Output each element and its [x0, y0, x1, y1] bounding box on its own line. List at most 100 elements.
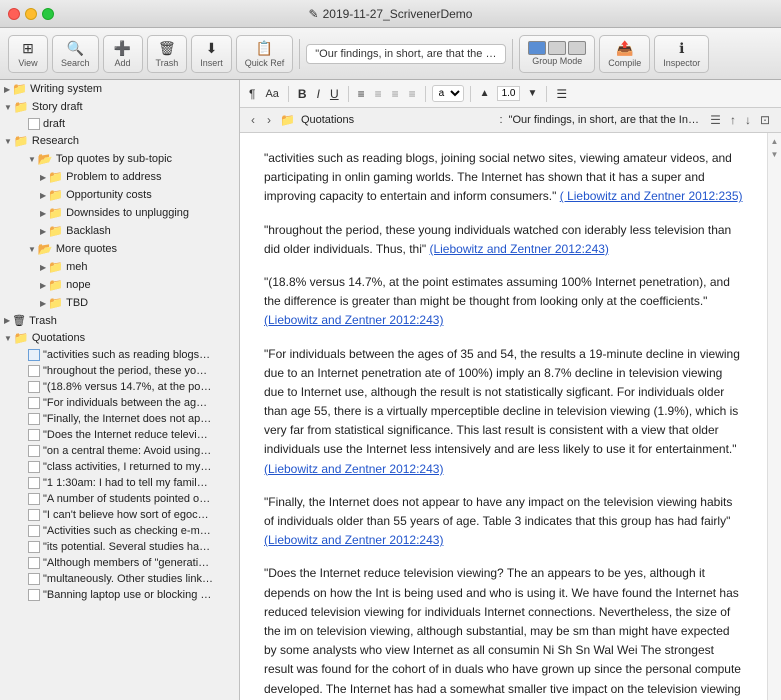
collapse-icon: ▼: [4, 334, 12, 343]
scroll-up-btn[interactable]: ▲: [771, 137, 779, 146]
sidebar-item-q8[interactable]: "class activities, I returned to my cour…: [0, 459, 239, 475]
subfolder-icon: 📁: [48, 278, 63, 292]
format-toolbar: ¶ Aa B I U ≡ ≡ ≡ ≡ a ▲ 1.0 ▼ ☰: [240, 80, 781, 108]
sidebar-item-story-draft[interactable]: ▼ 📁 Story draft: [0, 98, 239, 116]
paragraph-6: "Does the Internet reduce television vie…: [264, 564, 743, 700]
editor-body[interactable]: "activities such as reading blogs, joini…: [240, 133, 767, 700]
sort-up-btn[interactable]: ↑: [727, 112, 739, 128]
sidebar-item-nope[interactable]: ▶ 📁 nope: [0, 276, 239, 294]
add-button[interactable]: ➕ Add: [103, 35, 143, 73]
sidebar-item-q4[interactable]: "For individuals between the ages of 35 …: [0, 395, 239, 411]
align-justify-btn[interactable]: ≡: [406, 86, 419, 102]
doc-icon: [28, 477, 40, 489]
close-button[interactable]: [8, 8, 20, 20]
italic-btn[interactable]: I: [314, 86, 323, 102]
sidebar-item-backlash[interactable]: ▶ 📁 Backlash: [0, 222, 239, 240]
quickref-icon: 📋: [256, 40, 273, 57]
sidebar-item-q1[interactable]: "activities such as reading blogs, joini…: [0, 347, 239, 363]
sidebar-item-opportunity-costs[interactable]: ▶ 📁 Opportunity costs: [0, 186, 239, 204]
sidebar-item-research[interactable]: ▼ 📁 Research: [0, 132, 239, 150]
scroll-down-btn[interactable]: ▼: [771, 150, 779, 159]
quick-search-input[interactable]: [306, 44, 506, 64]
doc-icon: [28, 413, 40, 425]
sidebar-item-q6[interactable]: "Does the Internet reduce television vie…: [0, 427, 239, 443]
sidebar-item-q2[interactable]: "hroughout the period, these young indiv…: [0, 363, 239, 379]
sidebar-item-draft[interactable]: draft: [0, 116, 239, 132]
sidebar-item-trash[interactable]: ▶ 🗑 Trash: [0, 312, 239, 329]
align-right-btn[interactable]: ≡: [389, 86, 402, 102]
sidebar-item-writing-system[interactable]: ▶ 📁 Writing system: [0, 80, 239, 98]
sidebar-item-q3[interactable]: "(18.8% versus 14.7%, at the point estim…: [0, 379, 239, 395]
sidebar-item-q14[interactable]: "Although members of "generation M" thin…: [0, 555, 239, 571]
sort-down-btn[interactable]: ↓: [742, 112, 754, 128]
font-size-down-btn[interactable]: ▼: [524, 87, 540, 100]
collapse-icon: ▶: [40, 281, 46, 290]
sidebar-item-problem-to-address[interactable]: ▶ 📁 Problem to address: [0, 168, 239, 186]
doc-icon: [28, 461, 40, 473]
paragraph-1: "activities such as reading blogs, joini…: [264, 149, 743, 207]
bold-btn[interactable]: B: [295, 86, 310, 102]
sidebar-item-top-quotes[interactable]: ▼ 📂 Top quotes by sub-topic: [0, 150, 239, 168]
toolbar-separator-2: [512, 39, 513, 69]
main-area: ▶ 📁 Writing system ▼ 📁 Story draft draft…: [0, 80, 781, 700]
search-button[interactable]: 🔍 Search: [52, 35, 99, 73]
group-mode-icons: [528, 41, 586, 55]
window-title: ✎ 2019-11-27_ScrivenerDemo: [309, 7, 473, 21]
sidebar-item-meh[interactable]: ▶ 📁 meh: [0, 258, 239, 276]
paragraph-style-btn[interactable]: ¶: [246, 86, 258, 102]
subfolder-icon: 📂: [38, 152, 53, 166]
citation-link-3[interactable]: (Liebowitz and Zentner 2012:243): [264, 313, 443, 327]
back-btn[interactable]: ‹: [248, 112, 258, 128]
underline-btn[interactable]: U: [327, 86, 342, 102]
sidebar-item-q7[interactable]: "on a central theme: Avoid using technol…: [0, 443, 239, 459]
group-mode-button[interactable]: Group Mode: [519, 35, 595, 73]
align-center-btn[interactable]: ≡: [372, 86, 385, 102]
sidebar-item-q11[interactable]: "I can't believe how sort of egocentric …: [0, 507, 239, 523]
fullscreen-button[interactable]: [42, 8, 54, 20]
sidebar-item-q10[interactable]: "A number of students pointed out the be…: [0, 491, 239, 507]
sidebar-item-q9[interactable]: "1 1:30am: I had to tell my family and f…: [0, 475, 239, 491]
sidebar-item-downsides-unplugging[interactable]: ▶ 📁 Downsides to unplugging: [0, 204, 239, 222]
view-button[interactable]: ⊞ View: [8, 35, 48, 73]
view-icon: ⊞: [22, 40, 34, 57]
subfolder-icon: 📁: [48, 260, 63, 274]
collapse-icon: ▶: [40, 263, 46, 272]
sidebar-item-q5[interactable]: "Finally, the Internet does not appear t…: [0, 411, 239, 427]
insert-button[interactable]: ⬇ Insert: [191, 35, 232, 73]
sidebar: ▶ 📁 Writing system ▼ 📁 Story draft draft…: [0, 80, 240, 700]
font-size-up-btn[interactable]: ▲: [477, 87, 493, 100]
sidebar-item-quotations[interactable]: ▼ 📁 Quotations: [0, 329, 239, 347]
hamburger-btn[interactable]: ☰: [707, 112, 724, 128]
collapse-icon: ▶: [40, 299, 46, 308]
align-left-btn[interactable]: ≡: [355, 86, 368, 102]
citation-link-4[interactable]: (Liebowitz and Zentner 2012:243): [264, 462, 443, 476]
list-btn[interactable]: ☰: [553, 86, 570, 102]
sidebar-item-tbd[interactable]: ▶ 📁 TBD: [0, 294, 239, 312]
fmt-sep-2: [348, 86, 349, 102]
quickref-button[interactable]: 📋 Quick Ref: [236, 35, 294, 73]
doc-icon: [28, 118, 40, 130]
paragraph-style-select[interactable]: a: [432, 85, 464, 102]
subfolder-icon: 📂: [38, 242, 53, 256]
citation-link-1[interactable]: ( Liebowitz and Zentner 2012:235): [560, 189, 743, 203]
scrivenings-icon: [528, 41, 546, 55]
sidebar-item-q15[interactable]: "multaneously. Other studies link increa…: [0, 571, 239, 587]
editor-title: Quotations: [301, 114, 494, 126]
toolbar-separator-1: [299, 39, 300, 69]
compile-button[interactable]: 📤 Compile: [599, 35, 650, 73]
sidebar-item-q12[interactable]: "Activities such as checking e-mails/tex…: [0, 523, 239, 539]
citation-link-5[interactable]: (Liebowitz and Zentner 2012:243): [264, 533, 443, 547]
font-btn[interactable]: Aa: [262, 87, 281, 101]
forward-btn[interactable]: ›: [264, 112, 274, 128]
paragraph-4: "For individuals between the ages of 35 …: [264, 345, 743, 479]
citation-link-2[interactable]: (Liebowitz and Zentner 2012:243): [429, 242, 608, 256]
trash-button[interactable]: 🗑 Trash: [147, 35, 188, 73]
sidebar-item-q13[interactable]: "its potential. Several studies have fou…: [0, 539, 239, 555]
doc-icon: [28, 509, 40, 521]
inspector-button[interactable]: ℹ Inspector: [654, 35, 709, 73]
sidebar-item-more-quotes[interactable]: ▼ 📂 More quotes: [0, 240, 239, 258]
sidebar-item-q16[interactable]: "Banning laptop use or blocking Internet…: [0, 587, 239, 603]
minimize-button[interactable]: [25, 8, 37, 20]
folder-icon: 📁: [14, 134, 29, 148]
expand-btn[interactable]: ⊡: [757, 112, 773, 128]
